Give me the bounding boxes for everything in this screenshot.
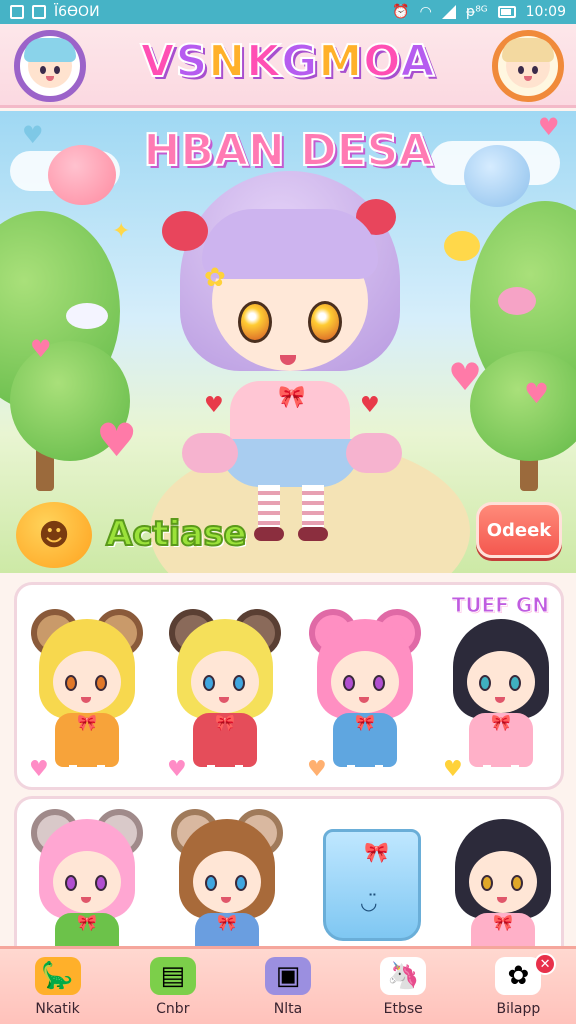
sparkle-icon: ✦ bbox=[112, 219, 131, 244]
tv-icon: ▣ bbox=[265, 956, 311, 995]
favorite-heart-icon[interactable]: ♥ bbox=[29, 757, 49, 782]
hair-bow-left bbox=[162, 211, 208, 251]
battery-icon bbox=[497, 6, 516, 18]
profile-avatar-right[interactable] bbox=[492, 30, 564, 102]
status-bar: Ϊ6ϴΟИ ⏰ ◠ ᵽ⁸ᴳ 10:09 bbox=[0, 0, 576, 24]
signal-icon bbox=[441, 5, 456, 19]
smiley-icon[interactable]: ☻ bbox=[16, 502, 92, 568]
character-card[interactable]: 🎀 bbox=[303, 605, 427, 781]
nav-item-nlta[interactable]: ▣ Nlta bbox=[230, 949, 345, 1024]
girl-avatar-icon bbox=[502, 38, 554, 88]
app-notification-icon bbox=[32, 5, 46, 19]
unicorn-icon: 🦄 bbox=[380, 956, 427, 995]
heart-icon: ♥ bbox=[22, 121, 44, 149]
character-card[interactable]: 🎀 bbox=[441, 805, 561, 946]
character-grid: TUEF GN 🎀 ♥ 🎀 ♥ 🎀 ♥ 🎀 ♥ bbox=[14, 582, 564, 790]
heart-icon: ♥ bbox=[538, 113, 560, 141]
favorite-heart-icon[interactable]: ♥ bbox=[443, 757, 463, 782]
main-character[interactable]: ✿ 🎀 bbox=[160, 171, 420, 551]
app-title: VSNKGMOA bbox=[140, 35, 436, 88]
character-card[interactable]: 🎀 bbox=[163, 605, 287, 781]
nav-label: Cnbr bbox=[156, 1000, 190, 1017]
nav-label: Bilapp bbox=[496, 1000, 541, 1017]
smile-face-icon: ◡̈ bbox=[360, 890, 378, 914]
heart-icon: ♥ bbox=[448, 355, 483, 399]
girl-avatar-icon bbox=[24, 38, 76, 88]
nav-label: Nkatik bbox=[35, 1000, 80, 1017]
close-badge-icon[interactable]: ✕ bbox=[534, 953, 557, 975]
heart-icon: ♥ bbox=[96, 413, 138, 467]
heart-icon: ♥ bbox=[524, 377, 550, 410]
blue-whale-creature bbox=[464, 145, 530, 207]
heart-icon: ♥ bbox=[30, 335, 52, 363]
profile-avatar-left[interactable] bbox=[14, 30, 86, 102]
wifi-icon: ◠ bbox=[419, 4, 432, 20]
alarm-icon: ⏰ bbox=[392, 4, 410, 20]
dino-icon: 🦕 bbox=[34, 956, 81, 995]
bunny-mitten-left bbox=[182, 433, 238, 473]
favorite-heart-icon[interactable]: ♥ bbox=[307, 757, 327, 782]
character-card[interactable]: 🎀 bbox=[439, 605, 563, 781]
pink-bird-creature bbox=[498, 287, 536, 315]
bow-icon: 🎀 bbox=[364, 840, 389, 864]
check-button[interactable]: Odeek bbox=[476, 502, 562, 558]
nav-item-nkatik[interactable]: 🦕 Nkatik bbox=[0, 949, 115, 1024]
bottom-nav: 🦕 Nkatik ▤ Cnbr ▣ Nlta 🦄 Etbse ✿ Bilapp ✕ bbox=[0, 946, 576, 1024]
character-card[interactable]: 🎀 bbox=[25, 805, 149, 946]
notification-icon bbox=[10, 5, 24, 19]
flower-hairclip-icon: ✿ bbox=[204, 263, 226, 293]
chat-icon: ▤ bbox=[149, 956, 196, 995]
yellow-chick-creature bbox=[444, 231, 480, 261]
ribbon-icon: 🎀 bbox=[278, 385, 306, 410]
clock: 10:09 bbox=[525, 4, 566, 20]
bunny-mitten-right bbox=[346, 433, 402, 473]
carrier-text: Ϊ6ϴΟИ bbox=[54, 4, 100, 20]
favorite-heart-icon[interactable]: ♥ bbox=[167, 757, 187, 782]
nav-label: Etbse bbox=[383, 1000, 423, 1017]
character-card[interactable]: 🎀 bbox=[25, 605, 149, 781]
nav-item-bilapp[interactable]: ✿ Bilapp ✕ bbox=[461, 949, 576, 1024]
bird-creature bbox=[66, 303, 108, 329]
character-card[interactable]: 🎀 bbox=[165, 805, 289, 946]
nav-item-etbse[interactable]: 🦄 Etbse bbox=[346, 949, 461, 1024]
pink-blob-creature bbox=[48, 145, 116, 205]
jar-character[interactable]: 🎀 ◡̈ bbox=[323, 829, 421, 941]
character-grid-row2: 🎀 🎀 🎀 🎀 ◡̈ bbox=[14, 796, 564, 946]
nav-label: Nlta bbox=[273, 1000, 303, 1017]
app-header: VSNKGMOA bbox=[0, 24, 576, 108]
action-label: Actiase bbox=[105, 513, 248, 555]
network-text: ᵽ⁸ᴳ bbox=[465, 4, 488, 20]
nav-item-cnbr[interactable]: ▤ Cnbr bbox=[115, 949, 230, 1024]
